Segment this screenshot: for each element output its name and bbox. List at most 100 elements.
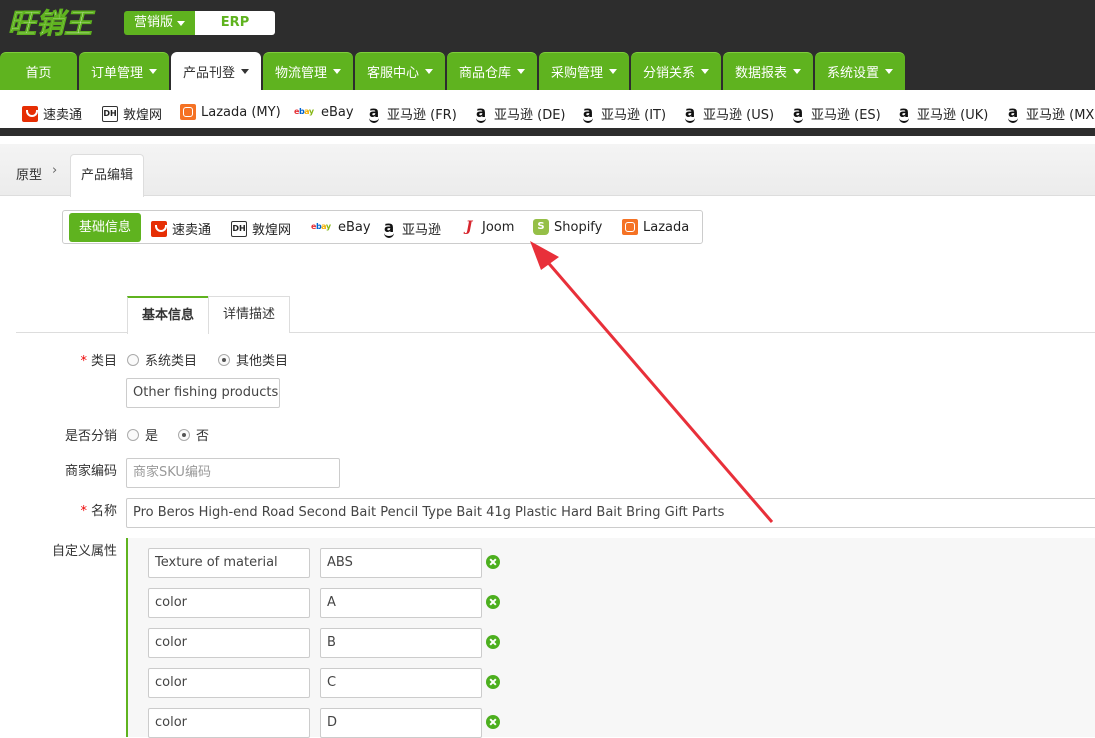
joom-icon: J	[465, 219, 473, 235]
attr-value-input[interactable]: A	[320, 588, 482, 618]
nav-settings[interactable]: 系统设置	[815, 52, 905, 90]
nav-listing[interactable]: 产品刊登	[171, 52, 261, 90]
attr-value-input[interactable]: ABS	[320, 548, 482, 578]
nav-orders[interactable]: 订单管理	[79, 52, 169, 90]
erp-button[interactable]: ERP	[195, 11, 276, 35]
nav-logistics[interactable]: 物流管理	[263, 52, 353, 90]
selector-aliexpress[interactable]: 速卖通	[151, 219, 211, 238]
remove-attr-icon[interactable]	[486, 675, 500, 689]
selector-amazon[interactable]: a 亚马逊	[381, 219, 441, 238]
sku-input[interactable]: 商家SKU编码	[126, 458, 340, 488]
category-label-text: 类目	[90, 354, 117, 369]
platform-label: Lazada (MY)	[201, 104, 281, 120]
platform-dhgate[interactable]: DH 敦煌网	[102, 104, 162, 123]
selector-lazada[interactable]: Lazada	[622, 219, 689, 235]
attr-value-input[interactable]: D	[320, 708, 482, 738]
amazon-icon: a	[790, 104, 806, 123]
chevron-down-icon	[241, 69, 249, 74]
aliexpress-icon	[151, 220, 167, 237]
selector-label: 亚马逊	[402, 223, 442, 238]
radio-distribution-no[interactable]: 否	[178, 425, 209, 444]
nav-warehouse[interactable]: 商品仓库	[447, 52, 537, 90]
chevron-down-icon	[517, 69, 525, 74]
nav-label: 系统设置	[826, 66, 879, 81]
amazon-icon: a	[381, 219, 397, 238]
platform-amazon-uk[interactable]: a 亚马逊 (UK)	[896, 104, 988, 123]
radio-circle	[127, 428, 139, 441]
nav-customer-service[interactable]: 客服中心	[355, 52, 445, 90]
platform-amazon-us[interactable]: a 亚马逊 (US)	[682, 104, 774, 123]
attr-key-input[interactable]: color	[148, 708, 310, 738]
platform-amazon-fr[interactable]: a 亚马逊 (FR)	[366, 104, 457, 123]
nav-label: 产品刊登	[182, 66, 235, 81]
platform-label: 亚马逊 (MX)	[1026, 108, 1095, 123]
platform-label: 亚马逊 (DE)	[494, 108, 566, 123]
platform-amazon-it[interactable]: a 亚马逊 (IT)	[580, 104, 666, 123]
sku-label: 商家编码	[64, 464, 117, 479]
platform-amazon-de[interactable]: a 亚马逊 (DE)	[473, 104, 566, 123]
amazon-icon: a	[580, 104, 596, 123]
remove-attr-icon[interactable]	[486, 555, 500, 569]
radio-distribution-yes[interactable]: 是	[127, 425, 158, 444]
selector-ebay[interactable]: ebay eBay	[311, 219, 371, 235]
platform-amazon-es[interactable]: a 亚马逊 (ES)	[790, 104, 881, 123]
selector-label: eBay	[338, 219, 371, 235]
logo-text: 旺销王	[8, 7, 96, 40]
chevron-down-icon	[793, 69, 801, 74]
selector-dhgate[interactable]: DH 敦煌网	[231, 219, 291, 238]
breadcrumb-current-tab[interactable]: 产品编辑	[70, 154, 144, 197]
nav-purchasing[interactable]: 采购管理	[539, 52, 629, 90]
platform-label: 速卖通	[43, 108, 83, 123]
nav-home[interactable]: 首页	[0, 52, 77, 90]
chevron-down-icon	[177, 20, 186, 26]
lazada-icon	[622, 219, 638, 235]
radio-system-category[interactable]: 系统类目	[127, 350, 197, 369]
platform-label: 亚马逊 (US)	[703, 108, 775, 123]
chevron-right-icon: ›	[52, 163, 58, 178]
attr-value-input[interactable]: C	[320, 668, 482, 698]
radio-other-category[interactable]: 其他类目	[218, 350, 288, 369]
nav-distribution[interactable]: 分销关系	[631, 52, 721, 90]
platform-label: 亚马逊 (IT)	[601, 108, 667, 123]
remove-attr-icon[interactable]	[486, 595, 500, 609]
remove-attr-icon[interactable]	[486, 715, 500, 729]
platform-aliexpress[interactable]: 速卖通	[22, 104, 82, 123]
distribution-label: 是否分销	[64, 429, 117, 444]
selector-shopify[interactable]: Shopify	[533, 219, 602, 235]
ebay-icon: ebay	[311, 222, 331, 231]
edition-dropdown[interactable]: 营销版	[124, 11, 196, 35]
lazada-icon	[180, 104, 196, 120]
chevron-down-icon	[885, 69, 893, 74]
platform-amazon-mx[interactable]: a 亚马逊 (MX)	[1005, 104, 1095, 123]
radio-circle	[127, 353, 139, 366]
selector-label: 速卖通	[172, 223, 212, 238]
amazon-icon: a	[682, 104, 698, 123]
breadcrumb-home[interactable]: 原型	[16, 164, 42, 183]
product-name-input[interactable]: Pro Beros High-end Road Second Bait Penc…	[126, 498, 1095, 528]
other-category-input[interactable]: Other fishing products	[126, 378, 280, 408]
attr-value-input[interactable]: B	[320, 628, 482, 658]
selector-label: 敦煌网	[252, 223, 292, 238]
attr-key-input[interactable]: color	[148, 628, 310, 658]
remove-attr-icon[interactable]	[486, 635, 500, 649]
selector-basic-info[interactable]: 基础信息	[69, 213, 141, 242]
shopify-icon	[533, 219, 549, 235]
platform-lazada-my[interactable]: Lazada (MY)	[180, 104, 281, 120]
nav-label: 数据报表	[734, 66, 787, 81]
amazon-icon: a	[473, 104, 489, 123]
edition-switcher: 营销版 ERP	[124, 11, 276, 35]
platform-ebay[interactable]: ebay eBay	[294, 104, 354, 120]
nav-label: 商品仓库	[458, 66, 511, 81]
platform-label: 敦煌网	[123, 108, 163, 123]
attr-key-input[interactable]: color	[148, 588, 310, 618]
tab-detail-description[interactable]: 详情描述	[208, 296, 290, 333]
chevron-down-icon	[701, 69, 709, 74]
app-logo[interactable]: 旺销王	[6, 2, 116, 42]
attr-key-input[interactable]: color	[148, 668, 310, 698]
attr-key-input[interactable]: Texture of material	[148, 548, 310, 578]
platform-bar: 速卖通 DH 敦煌网 Lazada (MY) ebay eBay a 亚马逊 (FR)…	[0, 90, 1095, 136]
tab-basic-info[interactable]: 基本信息	[127, 296, 209, 334]
selector-joom[interactable]: J Joom	[461, 219, 515, 235]
arrow-shaft	[543, 258, 774, 523]
nav-reports[interactable]: 数据报表	[723, 52, 813, 90]
